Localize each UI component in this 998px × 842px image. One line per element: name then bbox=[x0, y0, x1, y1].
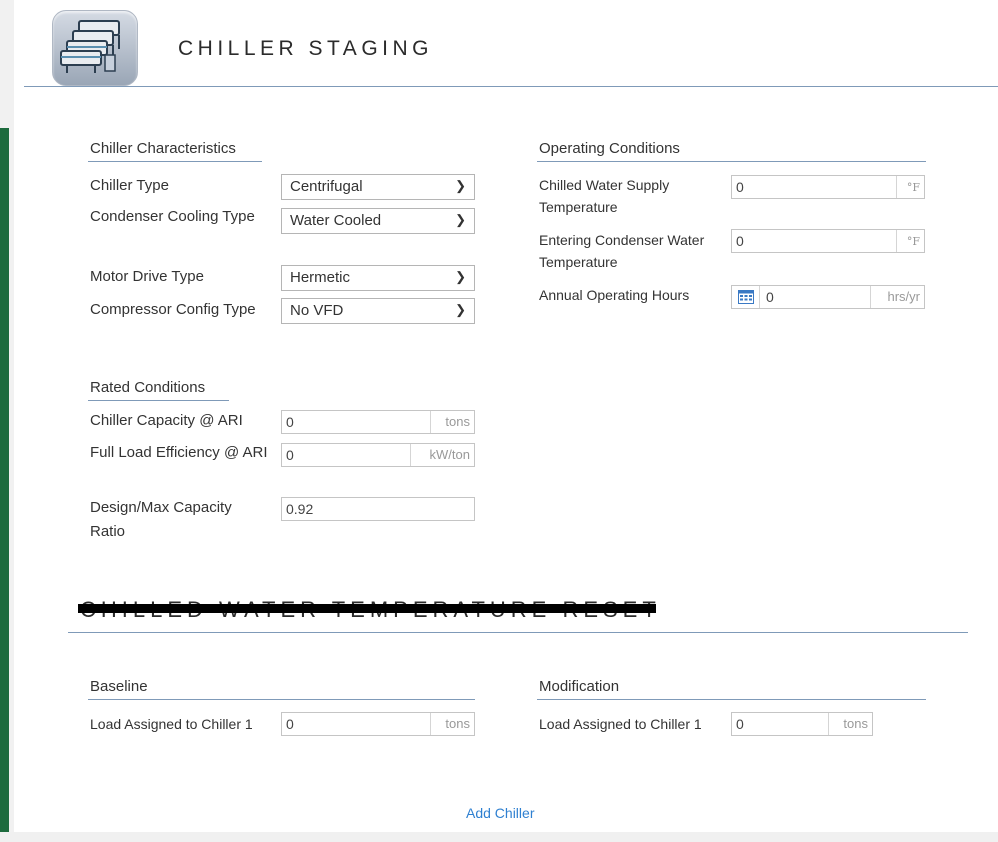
full-load-efficiency-label: Full Load Efficiency @ ARI bbox=[90, 444, 268, 461]
condenser-cooling-type-label: Condenser Cooling Type bbox=[90, 208, 255, 225]
annual-hours-input[interactable]: 0 hrs/yr bbox=[731, 285, 925, 309]
chilled-water-supply-value: 0 bbox=[736, 179, 744, 195]
unit-label: tons bbox=[430, 713, 474, 735]
condenser-cooling-type-value: Water Cooled bbox=[290, 212, 382, 229]
chevron-down-icon: ❯ bbox=[455, 178, 466, 193]
unit-label: °F bbox=[896, 176, 924, 198]
section-underline bbox=[88, 400, 229, 401]
compressor-config-type-select[interactable]: No VFD ❯ bbox=[281, 298, 475, 324]
chiller-icon bbox=[52, 10, 138, 86]
modification-load-input[interactable]: 0 tons bbox=[731, 712, 873, 736]
chiller-type-value: Centrifugal bbox=[290, 178, 363, 195]
section-underline bbox=[88, 161, 262, 162]
chiller-capacity-input[interactable]: 0 tons bbox=[281, 410, 475, 434]
unit-label: tons bbox=[430, 411, 474, 433]
unit-label: hrs/yr bbox=[870, 286, 924, 308]
calculator-icon[interactable] bbox=[732, 286, 760, 308]
modification-load-value: 0 bbox=[736, 716, 744, 732]
entering-condenser-input[interactable]: 0 °F bbox=[731, 229, 925, 253]
baseline-load-input[interactable]: 0 tons bbox=[281, 712, 475, 736]
annual-hours-value: 0 bbox=[766, 289, 774, 305]
unit-label: °F bbox=[896, 230, 924, 252]
chilled-water-supply-input[interactable]: 0 °F bbox=[731, 175, 925, 199]
motor-drive-type-select[interactable]: Hermetic ❯ bbox=[281, 265, 475, 291]
chiller-type-label: Chiller Type bbox=[90, 177, 169, 194]
baseline-load-value: 0 bbox=[286, 716, 294, 732]
rated-conditions-title: Rated Conditions bbox=[90, 379, 206, 396]
chevron-down-icon: ❯ bbox=[455, 212, 466, 227]
redaction-bar bbox=[78, 604, 656, 613]
add-chiller-link[interactable]: Add Chiller bbox=[466, 805, 534, 821]
page-header: CHILLER STAGING bbox=[24, 0, 998, 87]
chiller-capacity-label: Chiller Capacity @ ARI bbox=[90, 412, 243, 429]
full-load-efficiency-value: 0 bbox=[286, 447, 294, 463]
motor-drive-type-value: Hermetic bbox=[290, 269, 351, 286]
compressor-config-type-label: Compressor Config Type bbox=[90, 301, 256, 318]
condenser-cooling-type-select[interactable]: Water Cooled ❯ bbox=[281, 208, 475, 234]
unit-label: kW/ton bbox=[410, 444, 474, 466]
page-title: CHILLER STAGING bbox=[178, 37, 433, 60]
baseline-title: Baseline bbox=[90, 678, 148, 695]
capacity-ratio-input[interactable]: 0.92 bbox=[281, 497, 475, 521]
annual-hours-label: Annual Operating Hours bbox=[539, 287, 690, 303]
side-accent-bar bbox=[0, 128, 9, 832]
section-divider bbox=[68, 632, 968, 633]
chevron-down-icon: ❯ bbox=[455, 302, 466, 317]
section-underline bbox=[537, 161, 926, 162]
chiller-type-select[interactable]: Centrifugal ❯ bbox=[281, 174, 475, 200]
unit-label: tons bbox=[828, 713, 872, 735]
entering-condenser-value: 0 bbox=[736, 233, 744, 249]
chiller-capacity-value: 0 bbox=[286, 414, 294, 430]
baseline-load-label: Load Assigned to Chiller 1 bbox=[90, 716, 253, 732]
operating-conditions-title: Operating Conditions bbox=[539, 140, 680, 157]
chiller-characteristics-title: Chiller Characteristics bbox=[90, 140, 236, 157]
compressor-config-type-value: No VFD bbox=[290, 302, 344, 319]
chevron-down-icon: ❯ bbox=[455, 269, 466, 284]
modification-load-label: Load Assigned to Chiller 1 bbox=[539, 716, 702, 732]
full-load-efficiency-input[interactable]: 0 kW/ton bbox=[281, 443, 475, 467]
modification-title: Modification bbox=[539, 678, 620, 695]
capacity-ratio-value: 0.92 bbox=[286, 501, 314, 517]
reset-section-title: CHILLED WATER TEMPERATURE RESET bbox=[78, 593, 656, 623]
capacity-ratio-label: Design/Max Capacity Ratio bbox=[90, 499, 232, 540]
section-underline bbox=[537, 699, 926, 700]
chilled-water-supply-label: Chilled Water Supply Temperature bbox=[539, 177, 670, 215]
motor-drive-type-label: Motor Drive Type bbox=[90, 268, 204, 285]
section-underline bbox=[88, 699, 475, 700]
entering-condenser-label: Entering Condenser Water Temperature bbox=[539, 232, 705, 270]
bottom-shade bbox=[0, 832, 998, 842]
